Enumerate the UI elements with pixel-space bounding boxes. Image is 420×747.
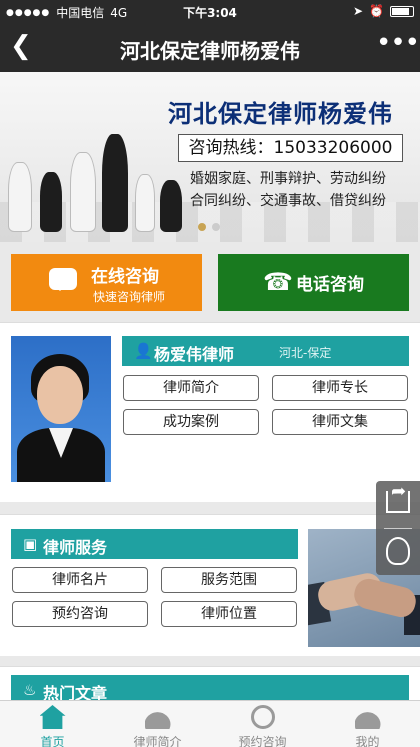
page-title: 河北保定律师杨爱伟 bbox=[120, 39, 300, 63]
lawyer-region: 河北-保定 bbox=[279, 346, 332, 360]
chess-piece-icon bbox=[70, 152, 96, 232]
chess-piece-icon bbox=[40, 172, 62, 232]
appointment-button[interactable]: 预约咨询 bbox=[12, 601, 148, 627]
photo-hand bbox=[351, 575, 419, 621]
chess-piece-icon bbox=[160, 180, 182, 232]
hero-banner[interactable]: 河北保定律师杨爱伟 咨询热线：15033206000 婚姻家庭、刑事辩护、劳动纠… bbox=[0, 72, 420, 242]
phone-icon: ☎ bbox=[263, 268, 293, 296]
service-scope-button[interactable]: 服务范围 bbox=[161, 567, 297, 593]
share-icon[interactable] bbox=[386, 481, 410, 513]
chess-piece-icon bbox=[8, 162, 32, 232]
flame-icon: ♨ bbox=[23, 681, 37, 699]
success-cases-button[interactable]: 成功案例 bbox=[123, 409, 259, 435]
profile-icon bbox=[354, 712, 381, 729]
tab-mine[interactable]: 我的 bbox=[315, 701, 420, 747]
lawyer-header: 👤 杨爱伟律师 河北-保定 bbox=[122, 336, 409, 366]
photo-face bbox=[37, 366, 83, 424]
tab-label: 预约咨询 bbox=[238, 735, 287, 747]
business-card-button[interactable]: 律师名片 bbox=[12, 567, 148, 593]
user-icon: 👤 bbox=[134, 342, 153, 360]
services-header: ▣ 律师服务 bbox=[11, 529, 298, 559]
alarm-icon: ⏰ bbox=[369, 4, 384, 18]
online-consult-subtitle: 快速咨询律师 bbox=[93, 290, 166, 304]
location-button[interactable]: 律师位置 bbox=[161, 601, 297, 627]
customer-service-icon[interactable] bbox=[386, 537, 410, 565]
phone-consult-button[interactable]: ☎ 电话咨询 bbox=[218, 254, 409, 311]
services-title: 律师服务 bbox=[43, 538, 108, 557]
nav-bar: ❮ 河北保定律师杨爱伟 ••• bbox=[0, 22, 420, 72]
online-consult-title: 在线咨询 bbox=[91, 267, 159, 287]
tab-label: 律师简介 bbox=[133, 735, 182, 747]
back-icon[interactable]: ❮ bbox=[10, 32, 40, 62]
lawyer-specialty-button[interactable]: 律师专长 bbox=[272, 375, 408, 401]
home-icon bbox=[39, 705, 66, 729]
lawyer-name: 杨爱伟律师 bbox=[154, 345, 235, 364]
lawyer-articles-button[interactable]: 律师文集 bbox=[272, 409, 408, 435]
carousel-dot-active[interactable] bbox=[198, 223, 206, 231]
tab-lawyer-intro[interactable]: 律师简介 bbox=[105, 701, 210, 747]
chess-piece-icon bbox=[135, 174, 155, 232]
banner-hotline: 咨询热线：15033206000 bbox=[178, 134, 403, 162]
book-icon: ▣ bbox=[23, 535, 38, 553]
banner-tag: 合同纠纷、交通事故、借贷纠纷 bbox=[190, 193, 386, 209]
tab-home[interactable]: 首页 bbox=[0, 701, 105, 747]
tab-label: 首页 bbox=[40, 735, 65, 747]
divider bbox=[384, 528, 412, 529]
chess-king-icon bbox=[102, 134, 128, 232]
online-consult-button[interactable]: 在线咨询 快速咨询律师 bbox=[11, 254, 202, 311]
lawyer-icon bbox=[144, 712, 171, 729]
floating-toolbar bbox=[376, 481, 420, 575]
services-card: ▣ 律师服务 律师名片 服务范围 预约咨询 律师位置 bbox=[0, 514, 420, 656]
carousel-dot[interactable] bbox=[212, 223, 220, 231]
banner-tag: 婚姻家庭、刑事辩护、劳动纠纷 bbox=[190, 171, 386, 187]
location-icon: ➤ bbox=[352, 4, 364, 18]
tab-appointment[interactable]: 预约咨询 bbox=[210, 701, 315, 747]
bottom-tab-bar: 首页 律师简介 预约咨询 我的 bbox=[0, 700, 420, 747]
tab-label: 我的 bbox=[355, 735, 380, 747]
battery-icon bbox=[390, 5, 414, 17]
status-bar: ●●●●● 中国电信 4G 下午3:04 ➤ ⏰ bbox=[0, 0, 420, 22]
lawyer-card: 👤 杨爱伟律师 河北-保定 律师简介 律师专长 成功案例 律师文集 bbox=[0, 322, 420, 502]
lawyer-intro-button[interactable]: 律师简介 bbox=[123, 375, 259, 401]
clock-icon bbox=[250, 705, 275, 729]
banner-headline: 河北保定律师杨爱伟 bbox=[168, 100, 393, 128]
more-icon[interactable]: ••• bbox=[376, 30, 420, 62]
phone-consult-title: 电话咨询 bbox=[296, 275, 364, 295]
lawyer-photo[interactable] bbox=[11, 336, 111, 482]
chat-icon bbox=[49, 268, 77, 291]
